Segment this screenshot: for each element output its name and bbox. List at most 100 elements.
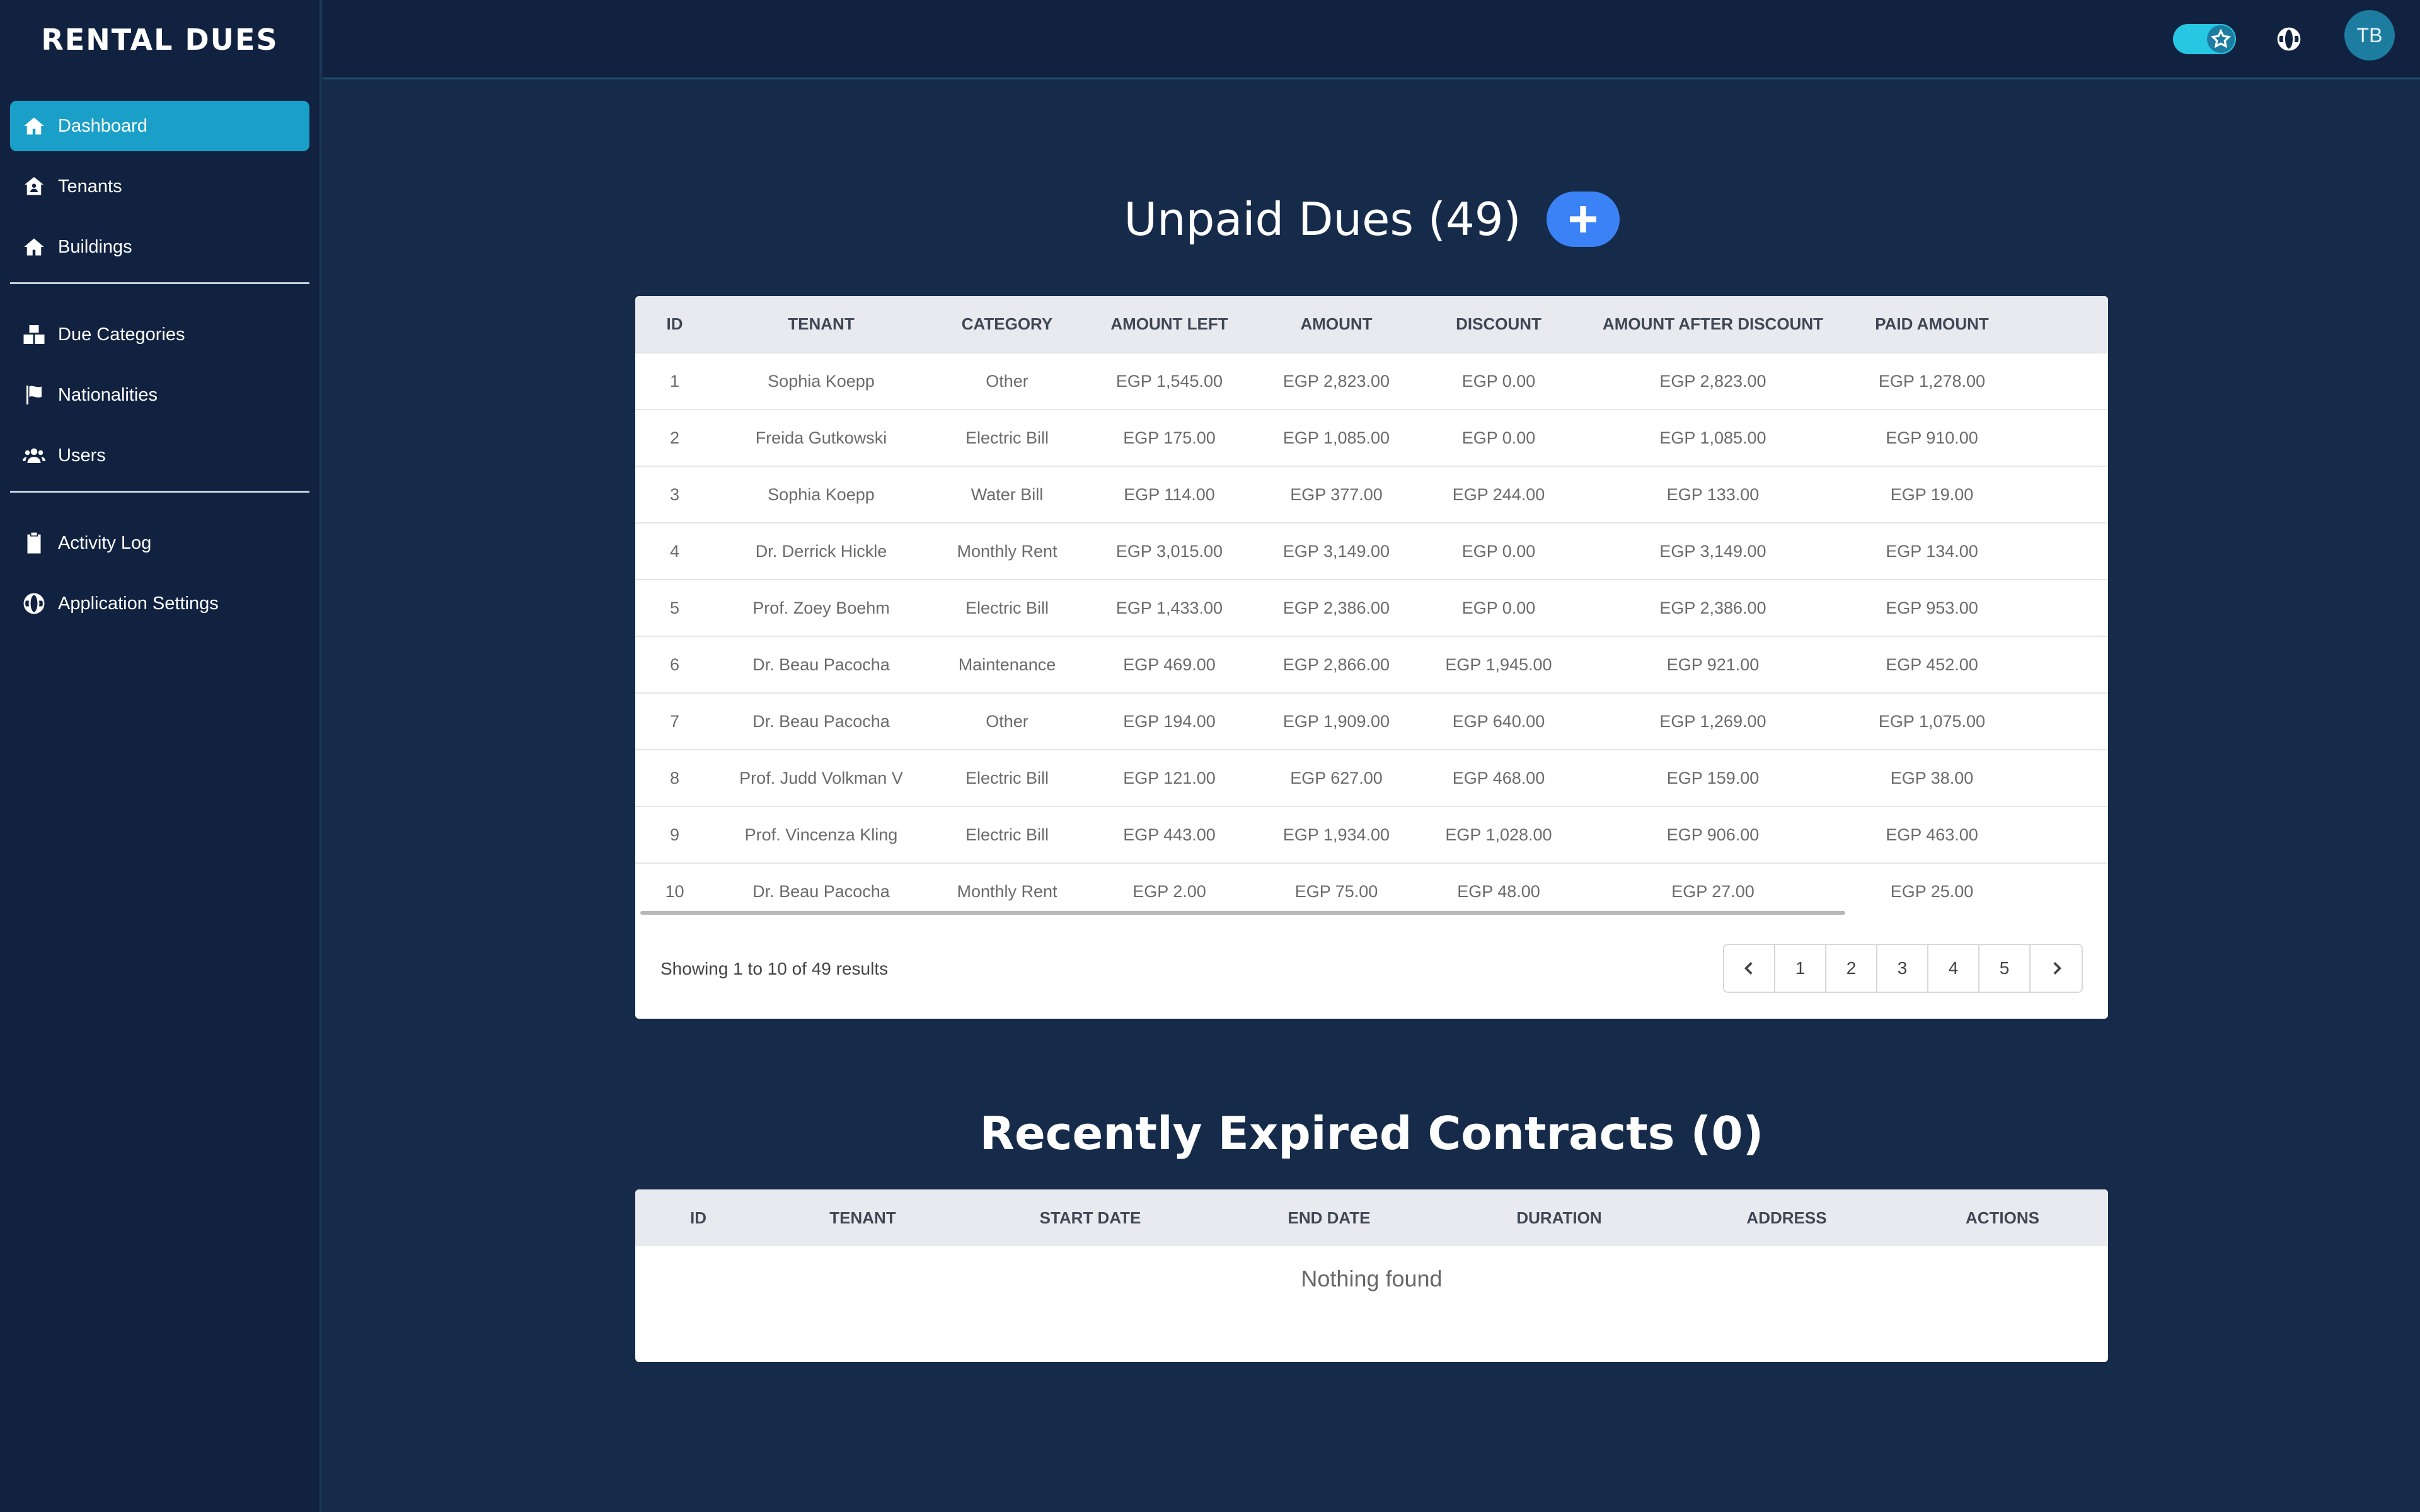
page-title: Unpaid Dues (49) <box>1124 193 1521 246</box>
table-row[interactable]: 5 Prof. Zoey Boehm Electric Bill EGP 1,433.… <box>635 579 2108 636</box>
table-cell: EGP 114.00 <box>1086 466 1253 523</box>
table-row[interactable]: 8 Prof. Judd Volkman V Electric Bill EGP 12… <box>635 749 2108 806</box>
dues-table-scroll[interactable]: ID TENANT CATEGORY AMOUNT LEFT AMOUNT DISCOUN… <box>635 296 2108 920</box>
page-button-1[interactable]: 1 <box>1775 945 1826 992</box>
table-cell: EGP 1,945.00 <box>1420 636 1577 693</box>
add-due-button[interactable] <box>1546 192 1620 247</box>
brand-logo: RENTAL DUES <box>41 23 279 57</box>
sidebar-item-buildings[interactable]: Buildings <box>10 222 309 272</box>
boxes-icon <box>21 322 47 347</box>
user-avatar[interactable]: TB <box>2344 10 2395 60</box>
table-cell: EGP 121.00 <box>1086 749 1253 806</box>
table-header-row: ID TENANT CATEGORY AMOUNT LEFT AMOUNT DISCOUN… <box>635 296 2108 353</box>
table-cell: EGP 2,823.00 <box>1577 352 1848 410</box>
sidebar-item-tenants[interactable]: Tenants <box>10 161 309 212</box>
sidebar-item-label: Due Categories <box>58 324 185 345</box>
horizontal-scrollbar[interactable] <box>640 911 1845 915</box>
column-header[interactable]: DURATION <box>1442 1189 1676 1246</box>
column-header[interactable]: AMOUNT LEFT <box>1086 296 1253 353</box>
sidebar-item-label: Activity Log <box>58 532 152 553</box>
column-header[interactable]: AMOUNT <box>1253 296 1420 353</box>
chevron-right-icon <box>2053 962 2061 975</box>
column-header[interactable]: ID <box>635 1189 761 1246</box>
chevron-left-icon <box>1744 962 1753 975</box>
column-header[interactable]: ID <box>635 296 714 353</box>
column-header[interactable]: C <box>2015 296 2108 353</box>
table-cell: EGP 910.00 <box>1848 409 2015 466</box>
table-row[interactable]: 6 Dr. Beau Pacocha Maintenance EGP 469.00 EG… <box>635 636 2108 693</box>
page-button-4[interactable]: 4 <box>1928 945 1979 992</box>
flag-icon <box>21 382 47 408</box>
star-icon <box>2207 25 2235 53</box>
clipboard-icon <box>21 530 47 556</box>
column-header[interactable]: END DATE <box>1216 1189 1442 1246</box>
table-row[interactable]: 4 Dr. Derrick Hickle Monthly Rent EGP 3,015… <box>635 522 2108 580</box>
table-cell: EGP 2,866.00 <box>1253 636 1420 693</box>
table-cell: 8 <box>635 749 714 806</box>
table-cell: Dr. Beau Pacocha <box>714 692 928 750</box>
plus-icon <box>1569 206 1596 232</box>
table-cell: EGP 194.00 <box>1086 692 1253 750</box>
table-row[interactable]: 9 Prof. Vincenza Kling Electric Bill EGP 44… <box>635 806 2108 863</box>
page-button-3[interactable]: 3 <box>1877 945 1928 992</box>
table-cell: Sophia Koepp <box>714 466 928 523</box>
sidebar-item-label: Users <box>58 445 106 466</box>
nav-divider <box>10 491 309 493</box>
table-cell: EGP 1,909.00 <box>1253 692 1420 750</box>
table-cell: Electric Bill <box>928 806 1086 863</box>
tenant-home-icon <box>21 174 47 199</box>
sidebar-item-users[interactable]: Users <box>10 430 309 481</box>
table-cell: EGP 3,149.00 <box>1253 522 1420 580</box>
table-cell: EGP 443.00 <box>1086 806 1253 863</box>
building-home-icon <box>21 234 47 260</box>
table-cell: EGP 1,545.00 <box>1086 352 1253 410</box>
column-header[interactable]: DISCOUNT <box>1420 296 1577 353</box>
table-cell: EGP 1,028.00 <box>1420 806 1577 863</box>
language-globe-icon[interactable] <box>2276 26 2302 52</box>
globe-icon <box>21 591 47 616</box>
table-cell: EGP 640.00 <box>1420 692 1577 750</box>
table-row[interactable]: 3 Sophia Koepp Water Bill EGP 114.00 EGP 377… <box>635 466 2108 523</box>
table-row[interactable]: 1 Sophia Koepp Other EGP 1,545.00 EGP 2,823.… <box>635 352 2108 410</box>
table-cell: EGP 3,015.00 <box>1086 522 1253 580</box>
column-header[interactable]: ACTIONS <box>1897 1189 2108 1246</box>
sidebar-item-due-categories[interactable]: Due Categories <box>10 309 309 360</box>
next-page-button[interactable] <box>2031 945 2082 992</box>
column-header[interactable]: CATEGORY <box>928 296 1086 353</box>
table-row[interactable]: 7 Dr. Beau Pacocha Other EGP 194.00 EGP 1,90… <box>635 692 2108 750</box>
prev-page-button[interactable] <box>1724 945 1775 992</box>
table-cell: EGP 3,149.00 <box>1577 522 1848 580</box>
table-cell: Freida Gutkowski <box>714 409 928 466</box>
table-cell: EGP 1,433.00 <box>1086 579 1253 636</box>
home-icon <box>21 113 47 139</box>
table-row[interactable]: 2 Freida Gutkowski Electric Bill EGP 175.00… <box>635 409 2108 466</box>
table-cell: EGP 134.00 <box>1848 522 2015 580</box>
table-cell: Maintenance <box>928 636 1086 693</box>
results-summary: Showing 1 to 10 of 49 results <box>660 959 889 978</box>
column-header[interactable]: START DATE <box>964 1189 1216 1246</box>
column-header[interactable]: TENANT <box>761 1189 964 1246</box>
page-button-2[interactable]: 2 <box>1826 945 1877 992</box>
table-cell: 02-07- <box>2015 352 2108 410</box>
table-cell: EGP 0.00 <box>1420 579 1577 636</box>
column-header[interactable]: AMOUNT AFTER DISCOUNT <box>1577 296 1848 353</box>
column-header[interactable]: TENANT <box>714 296 928 353</box>
table-cell: 02-07- <box>2015 579 2108 636</box>
column-header[interactable]: ADDRESS <box>1676 1189 1897 1246</box>
empty-row: Nothing found <box>635 1246 2108 1312</box>
table-cell: EGP 1,085.00 <box>1577 409 1848 466</box>
table-cell: EGP 452.00 <box>1848 636 2015 693</box>
sidebar: RENTAL DUES Dashboard Tenants Buildings … <box>0 0 321 1512</box>
table-cell: 02-07- <box>2015 692 2108 750</box>
sidebar-item-application-settings[interactable]: Application Settings <box>10 578 309 629</box>
users-icon <box>21 443 47 468</box>
sidebar-item-nationalities[interactable]: Nationalities <box>10 370 309 420</box>
column-header[interactable]: PAID AMOUNT <box>1848 296 2015 353</box>
theme-toggle[interactable] <box>2173 24 2236 54</box>
page-button-5[interactable]: 5 <box>1979 945 2031 992</box>
unpaid-dues-card: ID TENANT CATEGORY AMOUNT LEFT AMOUNT DISCOUN… <box>635 296 2108 1019</box>
table-cell: EGP 906.00 <box>1577 806 1848 863</box>
sidebar-item-activity-log[interactable]: Activity Log <box>10 518 309 568</box>
sidebar-item-dashboard[interactable]: Dashboard <box>10 101 309 151</box>
empty-state-message: Nothing found <box>1301 1266 1443 1292</box>
